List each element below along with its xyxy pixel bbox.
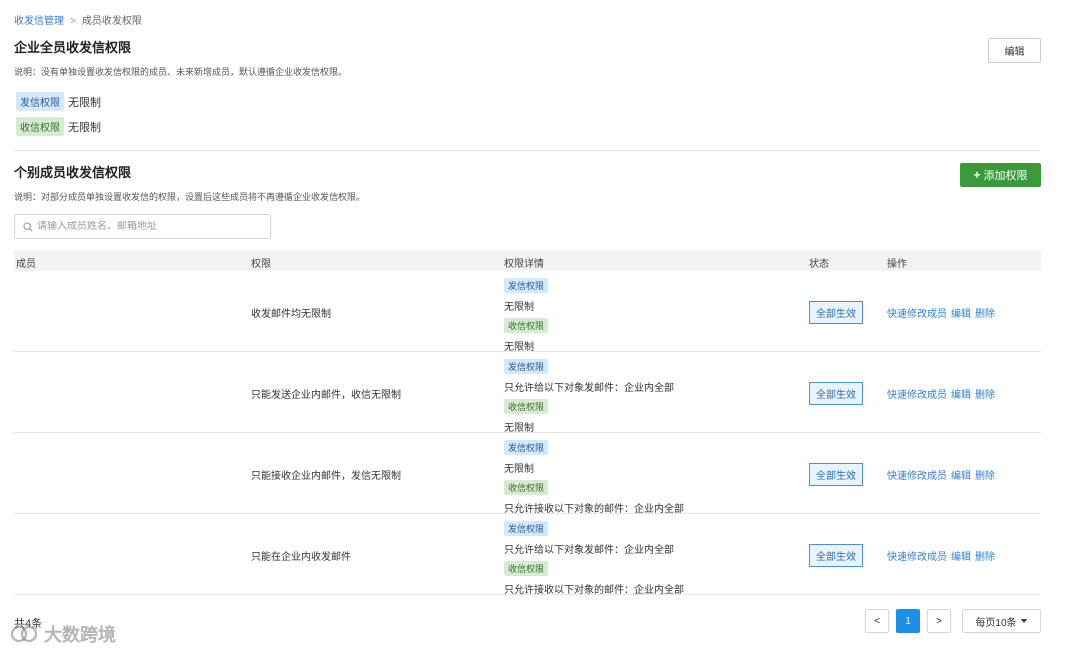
send-detail: 无限制: [504, 301, 534, 313]
add-permission-button[interactable]: + 添加权限: [960, 163, 1041, 187]
header-details: 权限详情: [504, 259, 544, 270]
status-badge: 全部生效: [809, 544, 863, 567]
edit-link[interactable]: 编辑: [951, 309, 971, 320]
table-row: 只能发送企业内邮件，收信无限制 发信权限 只允许给以下对象发邮件：企业内全部 收…: [14, 352, 1041, 436]
receive-permission-tag: 收信权限: [504, 317, 549, 333]
section-title-company: 企业全员收发信权限: [14, 40, 132, 55]
table-row: 收发邮件均无限制 发信权限 无限制 收信权限 无限制 全部生效 快速修改成员 编辑…: [14, 271, 1041, 355]
receive-permission-tag: 收信权限: [504, 398, 549, 414]
send-detail: 无限制: [504, 463, 534, 475]
send-permission-value: 无限制: [68, 96, 101, 109]
quick-edit-members-link[interactable]: 快速修改成员: [887, 390, 947, 401]
company-send-permission: 发信权限 无限制: [16, 92, 101, 111]
receive-permission-tag: 收信权限: [16, 117, 64, 136]
send-detail: 只允许给以下对象发邮件：企业内全部: [504, 382, 674, 394]
send-permission-tag: 发信权限: [504, 277, 549, 293]
receive-detail: 无限制: [504, 341, 534, 353]
caret-down-icon: [1020, 619, 1028, 623]
edit-link[interactable]: 编辑: [951, 390, 971, 401]
page-size-select[interactable]: 每页10条: [962, 609, 1041, 633]
edit-link[interactable]: 编辑: [951, 552, 971, 563]
page-size-label: 每页10条: [975, 617, 1017, 629]
section-description-company: 说明：没有单独设置收发信权限的成员、未来新增成员，默认遵循企业收发信权限。: [14, 67, 348, 77]
row-permission: 只能在企业内收发邮件: [251, 552, 351, 563]
receive-detail: 无限制: [504, 422, 534, 434]
section-divider: [14, 150, 1041, 151]
send-detail: 只允许给以下对象发邮件：企业内全部: [504, 544, 674, 556]
header-status: 状态: [809, 259, 829, 270]
row-actions: 快速修改成员 编辑 删除: [887, 467, 999, 482]
breadcrumb: 收发信管理 > 成员收发权限: [14, 12, 142, 27]
member-search-input[interactable]: [37, 221, 257, 232]
row-permission: 只能接收企业内邮件，发信无限制: [251, 471, 401, 482]
page-1-button[interactable]: 1: [896, 609, 920, 633]
watermark-logo: 大数跨境: [10, 621, 116, 647]
receive-permission-tag: 收信权限: [504, 560, 549, 576]
send-permission-tag: 发信权限: [504, 439, 549, 455]
section-description-members: 说明：对部分成员单独设置收发信的权限，设置后这些成员将不再遵循企业收发信权限。: [14, 192, 366, 202]
prev-page-button[interactable]: <: [865, 609, 889, 633]
delete-link[interactable]: 删除: [975, 471, 995, 482]
status-badge: 全部生效: [809, 301, 863, 324]
quick-edit-members-link[interactable]: 快速修改成员: [887, 552, 947, 563]
row-actions: 快速修改成员 编辑 删除: [887, 305, 999, 320]
receive-permission-tag: 收信权限: [504, 479, 549, 495]
delete-link[interactable]: 删除: [975, 552, 995, 563]
search-icon: [23, 221, 33, 232]
delete-link[interactable]: 删除: [975, 390, 995, 401]
add-permission-label: 添加权限: [983, 170, 1028, 182]
row-actions: 快速修改成员 编辑 删除: [887, 548, 999, 563]
send-permission-tag: 发信权限: [16, 92, 64, 111]
receive-detail: 只允许接收以下对象的邮件：企业内全部: [504, 584, 684, 596]
send-permission-tag: 发信权限: [504, 520, 549, 536]
send-permission-tag: 发信权限: [504, 358, 549, 374]
row-actions: 快速修改成员 编辑 删除: [887, 386, 999, 401]
next-page-button[interactable]: >: [927, 609, 951, 633]
delete-link[interactable]: 删除: [975, 309, 995, 320]
row-permission: 只能发送企业内邮件，收信无限制: [251, 390, 401, 401]
status-badge: 全部生效: [809, 382, 863, 405]
quick-edit-members-link[interactable]: 快速修改成员: [887, 309, 947, 320]
watermark-logo-icon: [10, 625, 38, 643]
company-receive-permission: 收信权限 无限制: [16, 117, 101, 136]
edit-button[interactable]: 编辑: [988, 38, 1041, 63]
quick-edit-members-link[interactable]: 快速修改成员: [887, 471, 947, 482]
header-ops: 操作: [887, 259, 907, 270]
plus-icon: +: [973, 168, 981, 182]
breadcrumb-parent-link[interactable]: 收发信管理: [14, 16, 64, 27]
receive-permission-value: 无限制: [68, 121, 101, 134]
table-row: 只能在企业内收发邮件 发信权限 只允许给以下对象发邮件：企业内全部 收信权限 只…: [14, 514, 1041, 598]
row-permission: 收发邮件均无限制: [251, 309, 331, 320]
edit-link[interactable]: 编辑: [951, 471, 971, 482]
table-row: 只能接收企业内邮件，发信无限制 发信权限 无限制 收信权限 只允许接收以下对象的…: [14, 433, 1041, 517]
row-permission-details: 发信权限 无限制 收信权限 只允许接收以下对象的邮件：企业内全部: [504, 437, 684, 517]
table-header: 成员 权限 权限详情 状态 操作: [14, 250, 1041, 271]
row-permission-details: 发信权限 只允许给以下对象发邮件：企业内全部 收信权限 只允许接收以下对象的邮件…: [504, 518, 684, 598]
member-search-box[interactable]: [14, 214, 271, 239]
header-permission: 权限: [251, 259, 271, 270]
watermark-text: 大数跨境: [44, 625, 116, 645]
section-title-members: 个别成员收发信权限: [14, 165, 132, 180]
breadcrumb-current: 成员收发权限: [81, 16, 142, 27]
receive-detail: 只允许接收以下对象的邮件：企业内全部: [504, 503, 684, 515]
header-member: 成员: [16, 259, 36, 270]
status-badge: 全部生效: [809, 463, 863, 486]
row-permission-details: 发信权限 无限制 收信权限 无限制: [504, 275, 552, 355]
breadcrumb-separator: >: [70, 16, 76, 27]
row-permission-details: 发信权限 只允许给以下对象发邮件：企业内全部 收信权限 无限制: [504, 356, 674, 436]
